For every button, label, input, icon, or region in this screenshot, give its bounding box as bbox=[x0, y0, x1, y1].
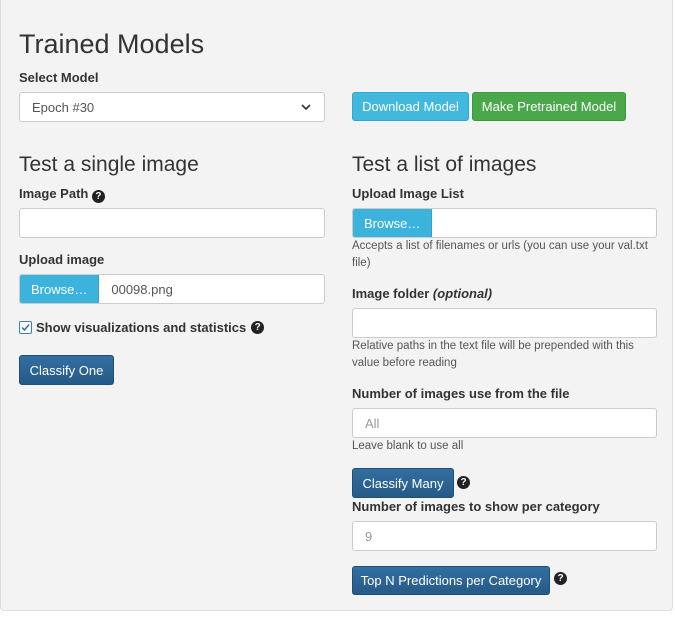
selected-list-file-name bbox=[432, 209, 456, 237]
upload-image-list-label: Upload Image List bbox=[352, 186, 464, 201]
question-circle-icon[interactable]: ? bbox=[251, 321, 265, 334]
num-images-help-text: Leave blank to use all bbox=[352, 440, 464, 452]
image-folder-optional: (optional) bbox=[432, 286, 493, 301]
per-category-input[interactable]: 9 bbox=[352, 521, 657, 551]
show-visualizations-checkbox[interactable] bbox=[19, 321, 32, 334]
question-circle-icon[interactable]: ? bbox=[457, 476, 470, 489]
image-list-heading: Test a list of images bbox=[352, 153, 537, 176]
classify-one-button[interactable]: Classify One bbox=[19, 355, 114, 385]
select-model-label: Select Model bbox=[19, 70, 99, 85]
image-folder-help-text: Relative paths in the text file will be … bbox=[352, 340, 634, 369]
classify-many-button[interactable]: Classify Many bbox=[352, 468, 454, 498]
page-title: Trained Models bbox=[19, 29, 205, 59]
upload-image-file-input[interactable]: Browse… 00098.png bbox=[19, 274, 325, 304]
image-folder-label: Image folder (optional) bbox=[352, 286, 492, 301]
download-model-button[interactable]: Download Model bbox=[352, 92, 469, 121]
trained-models-panel: Trained Models Select Model Epoch #30 Do… bbox=[0, 0, 673, 611]
image-path-label: Image Path ? bbox=[19, 186, 105, 203]
num-images-input[interactable]: All bbox=[352, 408, 657, 438]
upload-list-help-text: Accepts a list of filenames or urls (you… bbox=[352, 240, 648, 269]
image-folder-label-text: Image folder bbox=[352, 286, 430, 301]
model-select[interactable]: Epoch #30 bbox=[19, 92, 325, 122]
single-image-heading: Test a single image bbox=[19, 153, 199, 176]
per-category-label: Number of images to show per category bbox=[352, 499, 600, 514]
top-n-predictions-button[interactable]: Top N Predictions per Category bbox=[352, 566, 550, 595]
selected-file-name: 00098.png bbox=[111, 281, 173, 297]
question-circle-icon[interactable]: ? bbox=[91, 190, 105, 203]
image-path-input[interactable] bbox=[19, 208, 325, 238]
browse-button[interactable]: Browse… bbox=[20, 275, 100, 303]
show-visualizations-row[interactable]: Show visualizations and statistics ? bbox=[19, 320, 265, 335]
model-select-value: Epoch #30 bbox=[32, 99, 95, 115]
question-circle-icon[interactable]: ? bbox=[554, 572, 567, 585]
check-icon bbox=[21, 324, 30, 332]
upload-image-list-file-input[interactable]: Browse… bbox=[352, 208, 657, 238]
show-visualizations-label: Show visualizations and statistics bbox=[36, 320, 247, 335]
browse-button[interactable]: Browse… bbox=[353, 209, 433, 237]
num-images-label: Number of images use from the file bbox=[352, 386, 570, 401]
image-path-label-text: Image Path bbox=[19, 186, 89, 201]
chevron-down-icon bbox=[301, 104, 311, 111]
make-pretrained-model-button[interactable]: Make Pretrained Model bbox=[472, 92, 626, 121]
image-folder-input[interactable] bbox=[352, 308, 657, 338]
upload-image-label: Upload image bbox=[19, 252, 105, 267]
